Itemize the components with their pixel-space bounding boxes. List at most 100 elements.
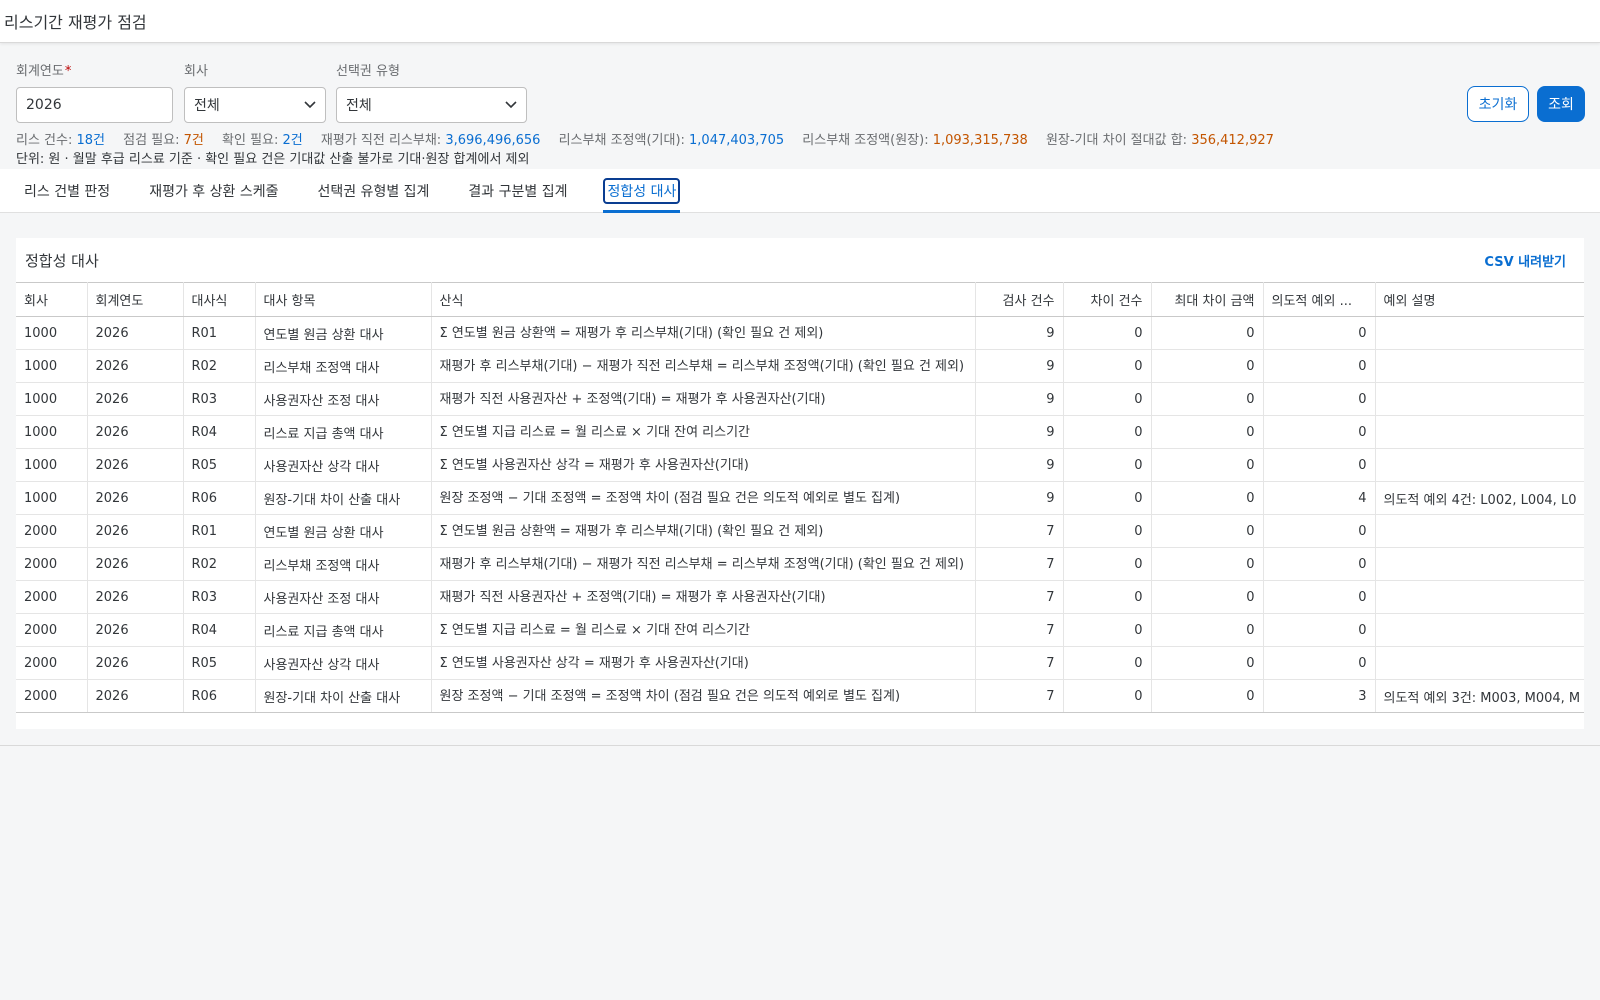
table-row[interactable]: 2000 2026 R04 리스료 지급 총액 대사 Σ 연도별 지급 리스료 = 월 … (16, 613, 1584, 647)
tab-reconciliation[interactable]: 정합성 대사 (603, 177, 681, 213)
table-cell (1375, 514, 1584, 548)
chevron-down-icon (505, 101, 517, 109)
table-cell: 0 (1151, 349, 1264, 383)
table-cell: 0 (1263, 514, 1376, 548)
table-cell: 2000 (16, 514, 88, 548)
table-cell: 0 (1263, 448, 1376, 482)
table-cell: 2026 (87, 547, 184, 581)
formula-text: Σ 연도별 사용권자산 상각 = 재평가 후 사용권자산(기대) (439, 457, 749, 473)
table-row[interactable]: 1000 2026 R03 사용권자산 조정 대사 재평가 직전 사용권자산 + 조정액… (16, 382, 1584, 416)
table-cell: 원장-기대 차이 산출 대사 (255, 481, 432, 515)
table-cell: Σ 연도별 사용권자산 상각 = 재평가 후 사용권자산(기대) (431, 646, 976, 680)
table-cell: 0 (1151, 580, 1264, 614)
table-cell: 0 (1063, 547, 1152, 581)
summary-confirm-needed: 확인 필요: 2건 (222, 133, 303, 148)
table-cell: 7 (975, 613, 1064, 647)
table-row[interactable]: 2000 2026 R05 사용권자산 상각 대사 Σ 연도별 사용권자산 상각 = 재… (16, 646, 1584, 680)
table-cell: 2000 (16, 547, 88, 581)
table-cell: 7 (975, 514, 1064, 548)
table-cell: 0 (1063, 481, 1152, 515)
column-header[interactable]: 대사식 (183, 282, 256, 317)
table-cell: 0 (1263, 613, 1376, 647)
company-filter: 회사 전체 (184, 60, 326, 123)
table-cell: 7 (975, 646, 1064, 680)
table-cell: 2000 (16, 646, 88, 680)
column-header[interactable]: 회사 (16, 282, 88, 317)
table-row[interactable]: 2000 2026 R03 사용권자산 조정 대사 재평가 직전 사용권자산 + 조정액… (16, 580, 1584, 614)
table-cell: R06 (183, 679, 256, 713)
table-row[interactable]: 1000 2026 R05 사용권자산 상각 대사 Σ 연도별 사용권자산 상각 = 재… (16, 448, 1584, 482)
tab-option-type-summary[interactable]: 선택권 유형별 집계 (314, 178, 432, 204)
fiscal-year-input[interactable]: 2026 (16, 87, 173, 123)
formula-text: 원장 조정액 − 기대 조정액 = 조정액 차이 (점검 필요 건은 의도적 예… (439, 490, 901, 506)
table-cell: 7 (975, 580, 1064, 614)
table-cell: 2000 (16, 580, 88, 614)
table-cell: 재평가 후 리스부채(기대) − 재평가 직전 리스부채 = 리스부채 조정액(… (431, 349, 976, 383)
table-cell: R04 (183, 415, 256, 449)
formula-text: Σ 연도별 지급 리스료 = 월 리스료 × 기대 잔여 리스기간 (439, 424, 751, 440)
column-header[interactable]: 최대 차이 금액 (1151, 282, 1264, 317)
option-type-select[interactable]: 전체 (336, 87, 527, 123)
table-cell: R01 (183, 514, 256, 548)
column-header[interactable]: 예외 설명 (1375, 282, 1584, 317)
table-row[interactable]: 1000 2026 R02 리스부채 조정액 대사 재평가 후 리스부채(기대) − 재… (16, 349, 1584, 383)
table-cell: 0 (1063, 415, 1152, 449)
table-row[interactable]: 2000 2026 R02 리스부채 조정액 대사 재평가 후 리스부채(기대) − 재… (16, 547, 1584, 581)
table-cell: 0 (1263, 646, 1376, 680)
table-cell: Σ 연도별 사용권자산 상각 = 재평가 후 사용권자산(기대) (431, 448, 976, 482)
column-header[interactable]: 검사 건수 (975, 282, 1064, 317)
app-title: 리스기간 재평가 점검 (4, 13, 147, 32)
table-cell: 3 (1263, 679, 1376, 713)
table-cell: 0 (1151, 613, 1264, 647)
formula-text: Σ 연도별 원금 상환액 = 재평가 후 리스부채(기대) (확인 필요 건 제… (439, 523, 824, 539)
tab-result-summary[interactable]: 결과 구분별 집계 (465, 178, 570, 204)
table-cell: 사용권자산 조정 대사 (255, 580, 432, 614)
column-header[interactable]: 의도적 예외 ... (1263, 282, 1376, 317)
column-header[interactable]: 차이 건수 (1063, 282, 1152, 317)
table-cell: 리스부채 조정액 대사 (255, 349, 432, 383)
table-cell: 연도별 원금 상환 대사 (255, 316, 432, 350)
table-cell: 사용권자산 상각 대사 (255, 448, 432, 482)
shell-bar: 리스기간 재평가 점검 (0, 0, 1600, 43)
summary-adj-ledger: 리스부채 조정액(원장): 1,093,315,738 (802, 133, 1028, 148)
table-cell: 2026 (87, 382, 184, 416)
table-cell: 1000 (16, 382, 88, 416)
table-cell: Σ 연도별 지급 리스료 = 월 리스료 × 기대 잔여 리스기간 (431, 415, 976, 449)
table-cell: R06 (183, 481, 256, 515)
table-header-row: 회사 회계연도 대사식 대사 항목 산식 검사 건수 차이 건수 최대 차이 금… (16, 282, 1584, 317)
tab-bar: 리스 건별 판정 재평가 후 상환 스케줄 선택권 유형별 집계 결과 구분별 … (0, 169, 1600, 213)
column-header[interactable]: 회계연도 (87, 282, 184, 317)
fiscal-year-filter: 회계연도* 2026 (16, 60, 173, 123)
table-cell: R04 (183, 613, 256, 647)
reset-button[interactable]: 초기화 (1467, 86, 1529, 122)
table-cell: 9 (975, 349, 1064, 383)
table-cell (1375, 580, 1584, 614)
formula-text: 재평가 후 리스부채(기대) − 재평가 직전 리스부채 = 리스부채 조정액(… (439, 556, 965, 572)
table-row[interactable]: 1000 2026 R01 연도별 원금 상환 대사 Σ 연도별 원금 상환액 = 재평… (16, 316, 1584, 350)
table-cell (1375, 547, 1584, 581)
table-cell: 1000 (16, 415, 88, 449)
table-cell: 사용권자산 조정 대사 (255, 382, 432, 416)
table-cell: 0 (1063, 646, 1152, 680)
table-row[interactable]: 2000 2026 R06 원장-기대 차이 산출 대사 원장 조정액 − 기대 조정액… (16, 679, 1584, 713)
table-row[interactable]: 1000 2026 R06 원장-기대 차이 산출 대사 원장 조정액 − 기대 조정액… (16, 481, 1584, 515)
csv-download-link[interactable]: CSV 내려받기 (1484, 251, 1566, 270)
company-select[interactable]: 전체 (184, 87, 326, 123)
table-cell: 2026 (87, 613, 184, 647)
table-cell: 0 (1151, 448, 1264, 482)
tab-repayment-schedule[interactable]: 재평가 후 상환 스케줄 (146, 178, 281, 204)
column-header[interactable]: 산식 (431, 282, 976, 317)
formula-text: Σ 연도별 원금 상환액 = 재평가 후 리스부채(기대) (확인 필요 건 제… (439, 325, 824, 341)
search-button[interactable]: 조회 (1537, 86, 1585, 122)
table-cell: Σ 연도별 원금 상환액 = 재평가 후 리스부채(기대) (확인 필요 건 제… (431, 514, 976, 548)
table-cell: 0 (1263, 382, 1376, 416)
column-header[interactable]: 대사 항목 (255, 282, 432, 317)
table-cell: 0 (1063, 679, 1152, 713)
table-cell: 1000 (16, 448, 88, 482)
table-cell: 의도적 예외 3건: M003, M004, M (1375, 679, 1584, 713)
table-row[interactable]: 1000 2026 R04 리스료 지급 총액 대사 Σ 연도별 지급 리스료 = 월 … (16, 415, 1584, 449)
table-cell: 2026 (87, 415, 184, 449)
table-row[interactable]: 2000 2026 R01 연도별 원금 상환 대사 Σ 연도별 원금 상환액 = 재평… (16, 514, 1584, 548)
tab-lease-judgement[interactable]: 리스 건별 판정 (21, 178, 113, 204)
table-cell (1375, 415, 1584, 449)
